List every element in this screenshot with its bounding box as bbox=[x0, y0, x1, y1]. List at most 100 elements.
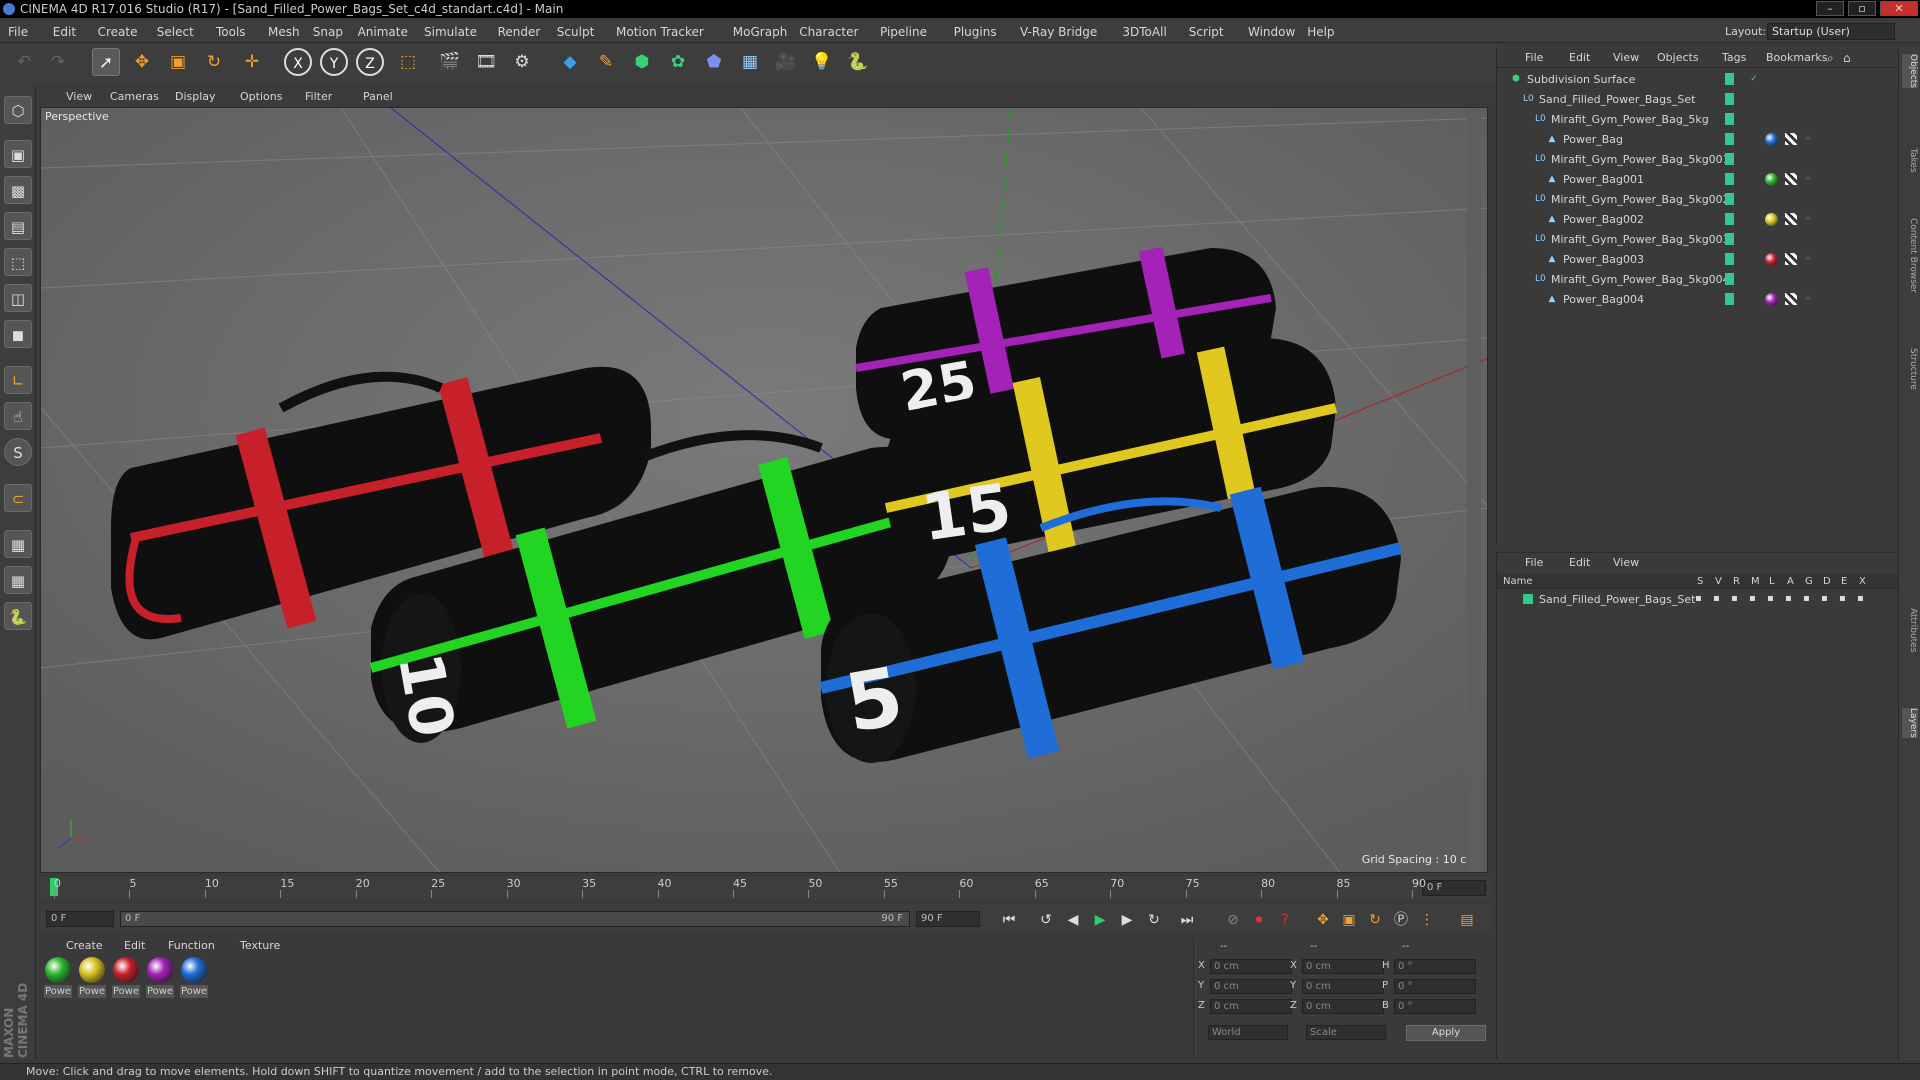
apply-button[interactable]: Apply bbox=[1406, 1025, 1486, 1041]
layer-color-swatch[interactable] bbox=[1725, 273, 1734, 285]
layer-menu-view[interactable]: View bbox=[1613, 556, 1639, 569]
coord-field[interactable]: 0 cm bbox=[1302, 959, 1384, 974]
record-icon[interactable]: ⏺ bbox=[1248, 909, 1270, 931]
select-tool-icon[interactable]: ➚ bbox=[92, 48, 120, 76]
material-swatch[interactable]: Powe bbox=[180, 957, 208, 1002]
object-row[interactable]: L0 Mirafit_Gym_Power_Bag_5kg002 bbox=[1497, 190, 1899, 210]
menu-item-file[interactable]: File bbox=[8, 25, 28, 39]
texture-tag-icon[interactable] bbox=[1785, 213, 1797, 225]
menu-item-sculpt[interactable]: Sculpt bbox=[557, 25, 594, 39]
minimize-button[interactable]: – bbox=[1816, 1, 1844, 16]
layer-color-swatch[interactable] bbox=[1725, 93, 1734, 105]
layer-color-swatch[interactable] bbox=[1725, 153, 1734, 165]
key-param-icon[interactable]: Ⓟ bbox=[1390, 909, 1412, 931]
object-menu-tags[interactable]: Tags bbox=[1722, 51, 1746, 64]
play-icon[interactable]: ▶ bbox=[1089, 909, 1111, 931]
close-button[interactable]: ✕ bbox=[1880, 1, 1918, 16]
texture-tag-icon[interactable] bbox=[1785, 133, 1797, 145]
coord-field[interactable]: 0 ° bbox=[1394, 979, 1476, 994]
viewport-menu-filter[interactable]: Filter bbox=[305, 90, 332, 103]
material-tag-icon[interactable] bbox=[1765, 293, 1778, 306]
layer-color-swatch[interactable] bbox=[1725, 253, 1734, 265]
menu-item-motion-tracker[interactable]: Motion Tracker bbox=[616, 25, 704, 39]
menu-item-mesh[interactable]: Mesh bbox=[268, 25, 300, 39]
layer-color-swatch[interactable] bbox=[1725, 173, 1734, 185]
polygons-mode-icon[interactable]: ◼ bbox=[4, 320, 32, 348]
coord-field[interactable]: 0 cm bbox=[1210, 979, 1292, 994]
right-tab-content-browser[interactable]: Content Browser bbox=[1902, 218, 1918, 293]
coordinate-system-icon[interactable]: ⬚ bbox=[394, 48, 422, 76]
move-tool-icon[interactable]: ✥ bbox=[128, 48, 156, 76]
points-mode-icon[interactable]: ⬚ bbox=[4, 248, 32, 276]
key-position-icon[interactable]: ✥ bbox=[1312, 909, 1334, 931]
material-menu-function[interactable]: Function bbox=[168, 939, 215, 952]
timeline-ruler[interactable]: 0 F 0 5 10 15 20 25 30 35 40 45 50 55 60 65 70 75 80 85 90 bbox=[40, 876, 1490, 900]
timeline-window-icon[interactable]: ▤ bbox=[1456, 909, 1478, 931]
object-row[interactable]: ▲ Power_Bag002 ⁘ bbox=[1497, 210, 1899, 230]
object-row[interactable]: ▲ Power_Bag003 ⁘ bbox=[1497, 250, 1899, 270]
viewport-menu-options[interactable]: Options bbox=[240, 90, 282, 103]
maximize-button[interactable]: ▫ bbox=[1848, 1, 1876, 16]
texture-tag-icon[interactable] bbox=[1785, 253, 1797, 265]
model-mode-icon[interactable]: ▣ bbox=[4, 140, 32, 168]
right-tab-takes[interactable]: Takes bbox=[1902, 148, 1918, 173]
menu-item-render[interactable]: Render bbox=[498, 25, 541, 39]
object-row[interactable]: L0 Mirafit_Gym_Power_Bag_5kg001 bbox=[1497, 150, 1899, 170]
menu-item-create[interactable]: Create bbox=[98, 25, 138, 39]
object-menu-file[interactable]: File bbox=[1525, 51, 1543, 64]
material-swatch[interactable]: Powe bbox=[78, 957, 106, 1002]
viewport-menu-display[interactable]: Display bbox=[175, 90, 216, 103]
menu-item-mograph[interactable]: MoGraph bbox=[733, 25, 788, 39]
start-frame-field[interactable]: 0 F bbox=[46, 911, 114, 927]
z-axis-icon[interactable]: Z bbox=[356, 48, 384, 76]
transform-tool-icon[interactable]: ✛ bbox=[238, 48, 266, 76]
object-menu-bookmarks[interactable]: Bookmarks bbox=[1766, 51, 1827, 64]
coord-system-select[interactable]: World bbox=[1208, 1025, 1288, 1040]
material-swatch[interactable]: Powe bbox=[44, 957, 72, 1002]
viewport-menu-panel[interactable]: Panel bbox=[363, 90, 393, 103]
texture-mode-icon[interactable]: ▩ bbox=[4, 176, 32, 204]
go-to-start-icon[interactable]: ⏮ bbox=[998, 909, 1020, 931]
key-scale-icon[interactable]: ▣ bbox=[1338, 909, 1360, 931]
layer-color-swatch[interactable] bbox=[1725, 113, 1734, 125]
object-row[interactable]: L0 Sand_Filled_Power_Bags_Set bbox=[1497, 90, 1899, 110]
material-menu-texture[interactable]: Texture bbox=[240, 939, 280, 952]
perspective-viewport[interactable]: 10 25 15 5 Perspective Grid Spacing: 10… bbox=[40, 107, 1488, 873]
array-icon[interactable]: ✿ bbox=[664, 48, 692, 76]
deformer-icon[interactable]: ⬟ bbox=[700, 48, 728, 76]
layer-toggle-icon[interactable]: ▪ bbox=[1767, 593, 1774, 604]
phong-tag-icon[interactable]: ⁘ bbox=[1803, 134, 1813, 145]
layer-row[interactable]: Sand_Filled_Power_Bags_Set ▪ ▪ ▪ ▪ ▪ ▪ ▪ ▪ ▪ ▪ bbox=[1497, 591, 1899, 611]
next-frame-icon[interactable]: ▶ bbox=[1116, 909, 1138, 931]
layer-toggle-icon[interactable]: ▪ bbox=[1785, 593, 1792, 604]
viewport-menu-view[interactable]: View bbox=[66, 90, 92, 103]
menu-item-character[interactable]: Character bbox=[799, 25, 858, 39]
coord-field[interactable]: 0 cm bbox=[1302, 999, 1384, 1014]
phong-tag-icon[interactable]: ⁘ bbox=[1803, 214, 1813, 225]
menu-item-v-ray-bridge[interactable]: V-Ray Bridge bbox=[1020, 25, 1097, 39]
autokey-icon[interactable]: ? bbox=[1274, 909, 1296, 931]
layer-toggle-icon[interactable]: ▪ bbox=[1839, 593, 1846, 604]
phong-tag-icon[interactable]: ⁘ bbox=[1803, 294, 1813, 305]
menu-item-script[interactable]: Script bbox=[1189, 25, 1224, 39]
layer-color-swatch[interactable] bbox=[1725, 293, 1734, 305]
layer-toggle-icon[interactable]: ▪ bbox=[1821, 593, 1828, 604]
object-row[interactable]: ▲ Power_Bag004 ⁘ bbox=[1497, 290, 1899, 310]
texture-tag-icon[interactable] bbox=[1785, 293, 1797, 305]
coord-field[interactable]: 0 cm bbox=[1210, 999, 1292, 1014]
cube-icon[interactable]: ◆ bbox=[556, 48, 584, 76]
menu-item-tools[interactable]: Tools bbox=[216, 25, 246, 39]
end-frame-field[interactable]: 90 F bbox=[916, 911, 980, 927]
object-menu-objects[interactable]: Objects bbox=[1657, 51, 1699, 64]
menu-item-3dtoall[interactable]: 3DToAll bbox=[1122, 25, 1166, 39]
right-tab-attributes[interactable]: Attributes bbox=[1902, 608, 1918, 652]
record-off-icon[interactable]: ⊘ bbox=[1222, 909, 1244, 931]
grid-snap-icon[interactable]: ▦ bbox=[4, 566, 32, 594]
material-tag-icon[interactable] bbox=[1765, 213, 1778, 226]
previous-key-icon[interactable]: ↺ bbox=[1035, 909, 1057, 931]
current-frame-field[interactable]: 0 F bbox=[1422, 880, 1486, 896]
object-row[interactable]: L0 Mirafit_Gym_Power_Bag_5kg003 bbox=[1497, 230, 1899, 250]
enabled-check-icon[interactable]: ✓ bbox=[1749, 74, 1759, 85]
menu-item-simulate[interactable]: Simulate bbox=[424, 25, 477, 39]
material-tag-icon[interactable] bbox=[1765, 173, 1778, 186]
